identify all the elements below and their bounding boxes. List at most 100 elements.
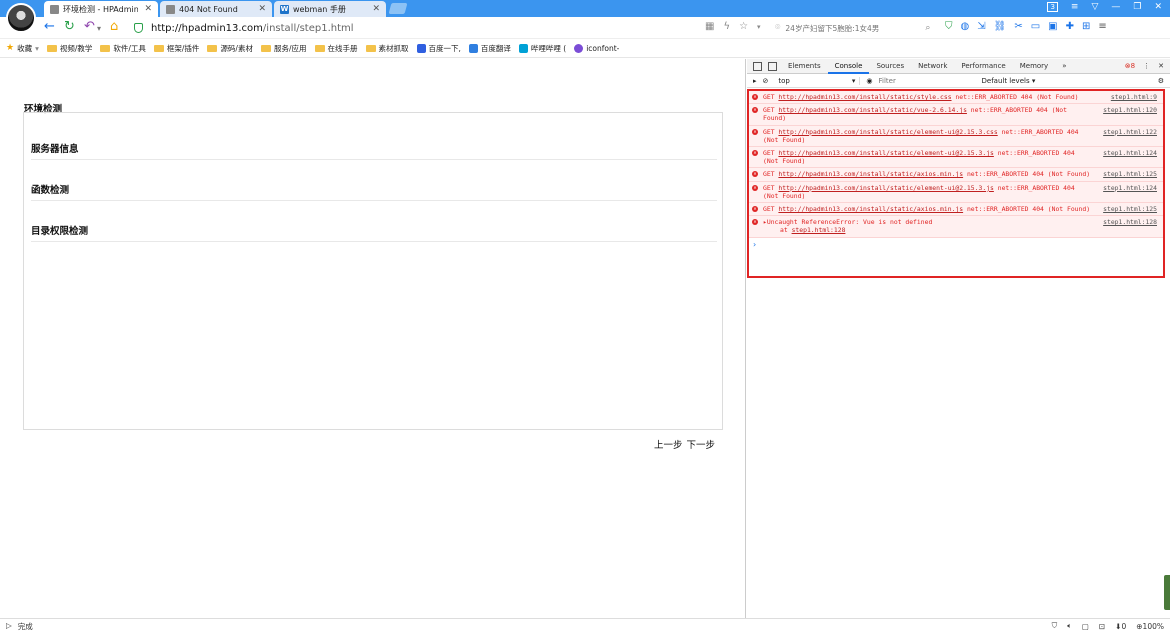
search-engine-icon[interactable]: ⌾ (775, 23, 780, 33)
zoom-level[interactable]: ⊕100% (1136, 622, 1164, 631)
tab-webman[interactable]: W webman 手册 ✕ (274, 1, 386, 17)
link-icon[interactable]: ⛓ (994, 21, 1007, 32)
url-text[interactable]: http://hpadmin13.com/install/step1.html (151, 23, 354, 34)
source-link[interactable]: step1.html:124 (1103, 149, 1157, 157)
tab-env-check[interactable]: 环境检测 - HPAdmin ✕ (44, 1, 158, 17)
source-link[interactable]: step1.html:122 (1103, 128, 1157, 136)
prev-step-button[interactable]: 上一步 (654, 437, 683, 451)
devtools-more-tabs[interactable]: » (1055, 59, 1073, 74)
source-link[interactable]: step1.html:128 (1103, 218, 1157, 226)
error-url[interactable]: http://hpadmin13.com/install/static/elem… (778, 149, 993, 157)
devtools-tab-performance[interactable]: Performance (954, 59, 1012, 74)
search-icon[interactable]: ⌕ (925, 23, 930, 33)
close-devtools-icon[interactable]: ✕ (1158, 62, 1164, 70)
bilibili-icon (518, 43, 528, 53)
console-filter-input[interactable] (878, 76, 974, 85)
device-toggle-icon[interactable] (768, 61, 777, 71)
new-tab-button[interactable] (388, 3, 408, 14)
devtools-tab-memory[interactable]: Memory (1013, 59, 1055, 74)
source-link[interactable]: step1.html:124 (1103, 184, 1157, 192)
devtools-tab-network[interactable]: Network (911, 59, 954, 74)
chevron-down-icon[interactable]: ▾ (97, 22, 101, 36)
stack-link[interactable]: step1.html:128 (792, 226, 846, 234)
devtools-tab-sources[interactable]: Sources (869, 59, 911, 74)
devtools-tab-elements[interactable]: Elements (781, 59, 828, 74)
star-icon[interactable]: ☆ (739, 21, 748, 32)
error-url[interactable]: http://hpadmin13.com/install/static/styl… (778, 93, 951, 101)
shield-ext-icon[interactable]: ⛉ (945, 21, 953, 32)
bookmark-favorites[interactable]: ★ 收藏 ▾ (6, 43, 39, 54)
error-url[interactable]: http://hpadmin13.com/install/static/vue-… (778, 106, 967, 114)
kebab-menu-icon[interactable]: ⋮ (1143, 62, 1150, 70)
log-levels-select[interactable]: Default levels ▾ (982, 77, 1036, 85)
bookmark-folder[interactable]: 素材抓取 (365, 43, 409, 54)
error-url[interactable]: http://hpadmin13.com/install/static/elem… (778, 128, 997, 136)
login-icon[interactable]: ⇲ (977, 21, 985, 32)
dropdown-icon[interactable]: ▾ (757, 23, 761, 31)
restore-icon[interactable]: ❐ (1133, 2, 1141, 12)
context-select[interactable]: top ▾ (774, 76, 861, 85)
back-icon[interactable]: ← (44, 20, 55, 34)
bookmark-folder[interactable]: 框架/插件 (153, 43, 199, 54)
divider (31, 159, 717, 160)
screenshot-icon[interactable]: ⊡ (1099, 622, 1105, 631)
minimize-icon[interactable]: — (1111, 2, 1120, 12)
next-step-button[interactable]: 下一步 (686, 437, 715, 451)
lock-icon[interactable]: ▢ (1082, 622, 1089, 631)
refresh-icon[interactable]: ↻ (64, 20, 75, 34)
close-window-icon[interactable]: ✕ (1154, 2, 1162, 12)
search-input[interactable] (785, 23, 926, 33)
bookmark-bilibili[interactable]: 哔哩哔哩 ( (518, 43, 566, 54)
console-error: ✕ GET http://hpadmin13.com/install/stati… (749, 203, 1163, 217)
grid-icon[interactable]: ⊞ (1082, 21, 1090, 32)
compass-icon[interactable]: ◍ (961, 21, 970, 32)
devtools-tab-console[interactable]: Console (827, 59, 870, 74)
clear-console-icon[interactable]: ⊘ (763, 77, 769, 85)
bookmark-folder[interactable]: 在线手册 (314, 43, 358, 54)
bookmark-iconfont[interactable]: iconfont- (574, 43, 619, 53)
settings-gear-icon[interactable]: ⚙ (1158, 77, 1170, 85)
menu-icon[interactable]: ≡ (1071, 2, 1079, 12)
close-icon[interactable]: ✕ (372, 4, 380, 14)
inspect-icon[interactable] (753, 61, 762, 71)
bookmark-folder[interactable]: 源码/素材 (207, 43, 253, 54)
lightning-icon[interactable]: ϟ (723, 21, 730, 32)
source-link[interactable]: step1.html:125 (1103, 170, 1157, 178)
undo-icon[interactable]: ↶ (84, 20, 95, 34)
address-bar[interactable]: http://hpadmin13.com/install/step1.html (134, 20, 774, 36)
more-icon[interactable]: ≡ (1098, 21, 1106, 32)
home-icon[interactable]: ⌂ (110, 20, 118, 34)
wardrobe-icon[interactable]: ▽ (1091, 2, 1098, 12)
scissors-icon[interactable]: ✂ (1014, 21, 1022, 32)
error-url[interactable]: http://hpadmin13.com/install/static/axio… (778, 170, 963, 178)
shield-status-icon[interactable]: ⛉ (1052, 621, 1058, 631)
tab-count-badge[interactable]: 3 (1047, 2, 1058, 12)
source-link[interactable]: step1.html:125 (1103, 205, 1157, 213)
user-avatar[interactable] (6, 3, 36, 33)
tab-404[interactable]: 404 Not Found ✕ (160, 1, 272, 17)
error-url[interactable]: http://hpadmin13.com/install/static/axio… (778, 205, 963, 213)
download-count[interactable]: ⬇0 (1115, 622, 1126, 631)
source-link[interactable]: step1.html:9 (1111, 93, 1157, 101)
console-uncaught-error[interactable]: ✕ ▸Uncaught ReferenceError: Vue is not d… (749, 216, 1163, 238)
save-icon[interactable]: ▣ (1048, 21, 1057, 32)
bookmark-folder[interactable]: 服务/应用 (260, 43, 307, 54)
eye-icon[interactable]: ◉ (866, 77, 872, 85)
sidebar-toggle-icon[interactable]: ▸ (753, 77, 757, 85)
play-icon[interactable]: ▷ (6, 621, 12, 632)
qr-icon[interactable]: ▦ (705, 21, 714, 32)
camera-icon[interactable]: ▭ (1031, 21, 1040, 32)
bookmark-baidu-translate[interactable]: 百度翻译 (468, 43, 511, 54)
puzzle-icon[interactable]: ✚ (1066, 21, 1074, 32)
bookmark-folder[interactable]: 软件/工具 (100, 43, 146, 54)
source-link[interactable]: step1.html:120 (1103, 106, 1157, 114)
speaker-icon[interactable]: 🔈︎ (1067, 621, 1072, 631)
bookmark-baidu[interactable]: 百度一下, (416, 43, 461, 54)
bookmark-folder[interactable]: 视频/教学 (46, 43, 92, 54)
close-icon[interactable]: ✕ (144, 4, 152, 14)
error-url[interactable]: http://hpadmin13.com/install/static/elem… (778, 184, 993, 192)
error-count-badge[interactable]: ⊗8 (1125, 62, 1135, 70)
console-prompt[interactable]: › (749, 238, 1163, 251)
side-tab-handle[interactable] (1164, 575, 1170, 610)
close-icon[interactable]: ✕ (258, 4, 266, 14)
